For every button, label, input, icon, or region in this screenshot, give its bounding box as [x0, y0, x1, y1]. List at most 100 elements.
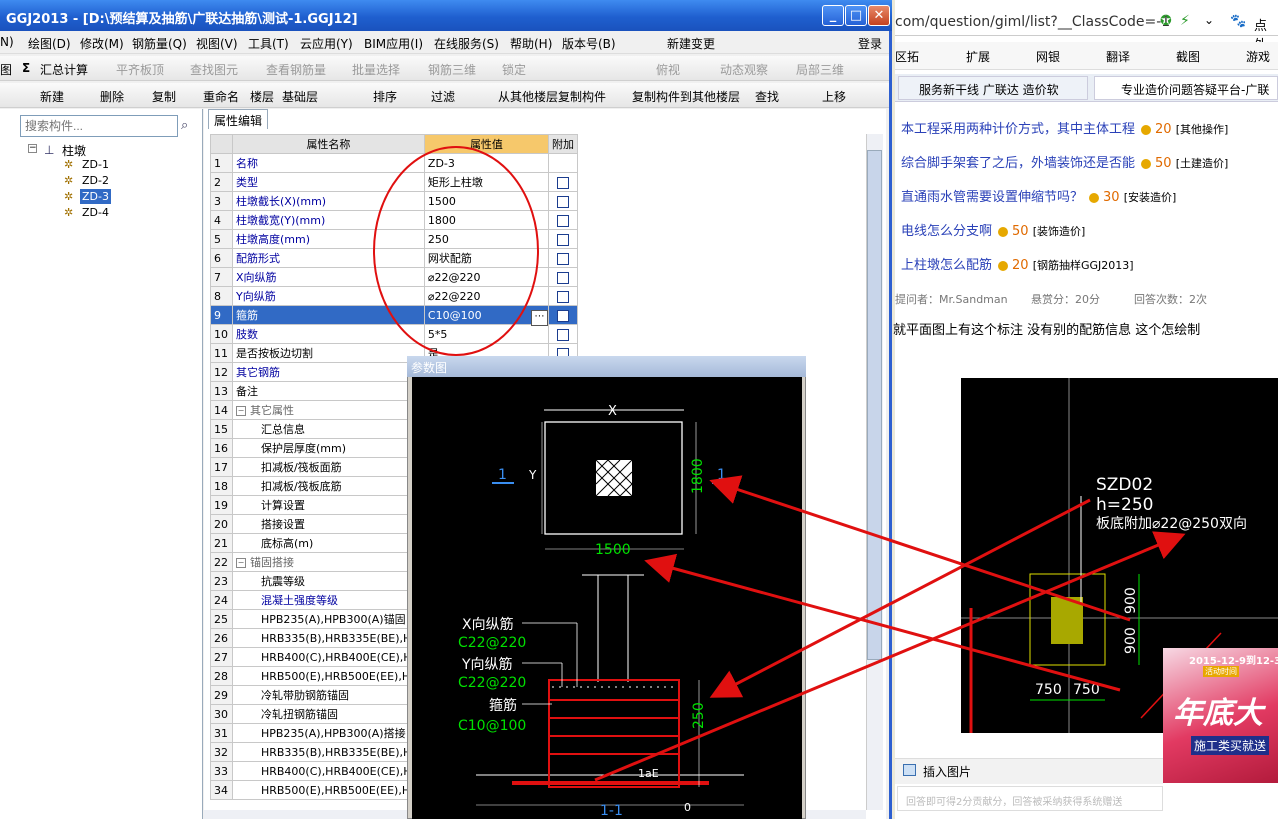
- collapse-icon[interactable]: −: [235, 558, 246, 568]
- rename-button[interactable]: 重命名: [203, 88, 239, 105]
- collapse-icon[interactable]: −: [28, 144, 37, 153]
- menu-view[interactable]: 视图(V): [196, 35, 238, 52]
- login-button[interactable]: 登录: [858, 35, 882, 52]
- menu-help[interactable]: 帮助(H): [510, 35, 552, 52]
- menu-rebar-qty[interactable]: 钢筋量(Q): [132, 35, 187, 52]
- question-link[interactable]: 本工程采用两种计价方式，其中主体工程: [901, 122, 1135, 137]
- scrollbar-thumb[interactable]: [867, 150, 882, 660]
- bank-button[interactable]: 网银: [1036, 48, 1060, 65]
- property-row[interactable]: 3 柱墩截长(X)(mm) 1500: [210, 191, 579, 211]
- move-up-button[interactable]: 上移: [822, 88, 846, 105]
- ext-button[interactable]: 扩展: [966, 48, 990, 65]
- property-value[interactable]: ⌀22@220: [423, 286, 549, 306]
- question-item[interactable]: 上柱墩怎么配筋 20 [钢筋抽样GGJ2013]: [901, 254, 1134, 273]
- screenshot-button[interactable]: 截图: [1176, 48, 1200, 65]
- question-link[interactable]: 直通雨水管需要设置伸缩节吗？: [901, 190, 1083, 205]
- menu-tools[interactable]: 工具(T): [248, 35, 289, 52]
- filter-button[interactable]: 过滤: [431, 88, 455, 105]
- close-icon[interactable]: ✕: [868, 5, 890, 26]
- new-button[interactable]: 新建: [40, 88, 64, 105]
- property-value[interactable]: ⌀22@220: [423, 267, 549, 287]
- property-value[interactable]: 网状配筋: [423, 248, 549, 268]
- ellipsis-button[interactable]: ⋯: [531, 310, 548, 326]
- property-value[interactable]: 矩形上柱墩: [423, 172, 549, 192]
- tree-item-zd3[interactable]: ZD-3: [80, 189, 111, 204]
- property-row[interactable]: 10 肢数 5*5: [210, 324, 579, 344]
- property-extra[interactable]: [547, 267, 579, 287]
- property-extra[interactable]: [547, 286, 579, 306]
- property-value[interactable]: ZD-3: [423, 153, 549, 173]
- question-item[interactable]: 电线怎么分支啊 50 [装饰造价]: [901, 220, 1085, 239]
- tree-item-zd2[interactable]: ZD-2: [82, 174, 109, 187]
- batch-select-button[interactable]: 批量选择: [352, 61, 400, 78]
- refresh-icon[interactable]: ✪: [1160, 13, 1172, 29]
- collapse-icon[interactable]: −: [235, 406, 246, 416]
- lightning-icon[interactable]: ⚡: [1180, 13, 1190, 29]
- property-extra[interactable]: [547, 324, 579, 344]
- games-button[interactable]: 游戏: [1246, 48, 1270, 65]
- local-3d-button[interactable]: 局部三维: [796, 61, 844, 78]
- translate-button[interactable]: 翻译: [1106, 48, 1130, 65]
- property-row[interactable]: 8 Y向纵筋 ⌀22@220: [210, 286, 579, 306]
- property-extra[interactable]: [547, 210, 579, 230]
- lock-button[interactable]: 锁定: [502, 61, 526, 78]
- copy-button[interactable]: 复制: [152, 88, 176, 105]
- property-extra[interactable]: [547, 305, 579, 325]
- insert-image-button[interactable]: 插入图片: [923, 763, 971, 780]
- property-extra[interactable]: [547, 191, 579, 211]
- find-element-button[interactable]: 查找图元: [190, 61, 238, 78]
- property-row[interactable]: 2 类型 矩形上柱墩: [210, 172, 579, 192]
- property-value[interactable]: 250: [423, 229, 549, 249]
- summary-calc-button[interactable]: 汇总计算: [40, 61, 88, 78]
- menu-online[interactable]: 在线服务(S): [434, 35, 499, 52]
- property-extra[interactable]: [547, 229, 579, 249]
- ad-banner[interactable]: 2015-12-9到12-3 活动时间 年底大 施工类买就送: [1163, 648, 1278, 783]
- property-row[interactable]: 5 柱墩高度(mm) 250: [210, 229, 579, 249]
- browser-tab-2[interactable]: 专业造价问题答疑平台-广联: [1094, 76, 1278, 100]
- extra-checkbox[interactable]: [556, 176, 569, 189]
- question-item[interactable]: 综合脚手架套了之后，外墙装饰还是否能 50 [土建造价]: [901, 152, 1228, 171]
- minimize-icon[interactable]: _: [822, 5, 844, 26]
- tree-item-zd4[interactable]: ZD-4: [82, 206, 109, 219]
- property-row[interactable]: 1 名称 ZD-3: [210, 153, 579, 173]
- baidu-icon[interactable]: 🐾: [1230, 14, 1246, 29]
- orbit-button[interactable]: 动态观察: [720, 61, 768, 78]
- url-text[interactable]: com/question/giml/list?__ClassCode=-1: [895, 14, 1170, 30]
- copy-from-floor-button[interactable]: 从其他楼层复制构件: [498, 88, 606, 105]
- component-search-input[interactable]: [20, 115, 178, 137]
- bookmark-item[interactable]: 区拓: [895, 48, 919, 65]
- property-row[interactable]: 4 柱墩截宽(Y)(mm) 1800: [210, 210, 579, 230]
- copy-to-floor-button[interactable]: 复制构件到其他楼层: [632, 88, 740, 105]
- find-button[interactable]: 查找: [755, 88, 779, 105]
- property-extra[interactable]: [547, 172, 579, 192]
- flush-slab-button[interactable]: 平齐板顶: [116, 61, 164, 78]
- extra-checkbox[interactable]: [556, 252, 569, 265]
- question-link[interactable]: 上柱墩怎么配筋: [901, 258, 992, 273]
- menu-n[interactable]: N): [0, 35, 14, 49]
- tb-cut[interactable]: 图: [0, 61, 12, 78]
- extra-checkbox[interactable]: [556, 214, 569, 227]
- extra-checkbox[interactable]: [556, 309, 569, 322]
- question-link[interactable]: 综合脚手架套了之后，外墙装饰还是否能: [901, 156, 1135, 171]
- browser-tab-1[interactable]: 服务新干线 广联达 造价软: [898, 76, 1088, 100]
- menu-new-change[interactable]: 新建变更: [667, 35, 715, 52]
- property-extra[interactable]: [547, 248, 579, 268]
- menu-modify[interactable]: 修改(M): [80, 35, 124, 52]
- property-row[interactable]: 7 X向纵筋 ⌀22@220: [210, 267, 579, 287]
- property-value[interactable]: 5*5: [423, 324, 549, 344]
- search-icon[interactable]: ⌕: [181, 118, 188, 133]
- extra-checkbox[interactable]: [556, 271, 569, 284]
- property-row[interactable]: 9 箍筋 C10@100: [210, 305, 579, 325]
- menu-version[interactable]: 版本号(B): [562, 35, 616, 52]
- question-item[interactable]: 直通雨水管需要设置伸缩节吗？ 30 [安装造价]: [901, 186, 1176, 205]
- floor-select[interactable]: 基础层: [282, 88, 318, 105]
- property-value[interactable]: 1500: [423, 191, 549, 211]
- answer-input[interactable]: 回答即可得2分贡献分，回答被采纳获得系统赠送: [897, 786, 1163, 811]
- top-view-button[interactable]: 俯视: [656, 61, 680, 78]
- tab-property-edit[interactable]: 属性编辑: [208, 109, 268, 129]
- extra-checkbox[interactable]: [556, 290, 569, 303]
- view-rebar-button[interactable]: 查看钢筋量: [266, 61, 326, 78]
- tree-item-zd1[interactable]: ZD-1: [82, 158, 109, 171]
- sort-button[interactable]: 排序: [373, 88, 397, 105]
- delete-button[interactable]: 删除: [100, 88, 124, 105]
